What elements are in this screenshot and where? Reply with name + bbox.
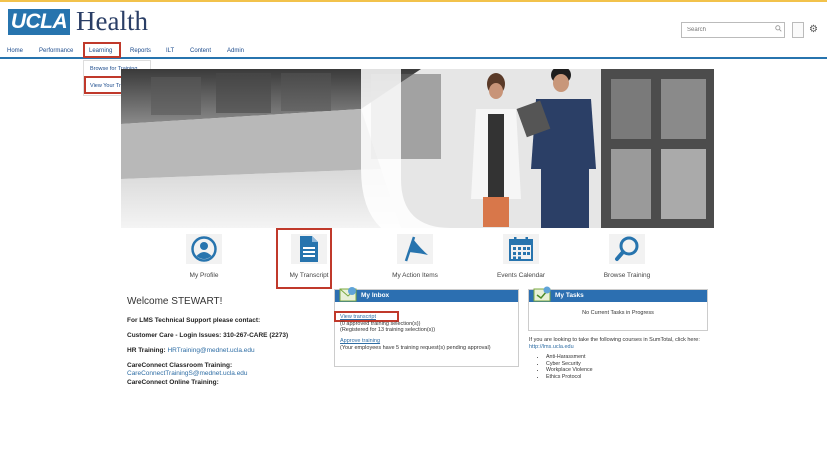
tile-label: Events Calendar — [496, 272, 546, 279]
no-tasks-text: No Current Tasks in Progress — [582, 310, 654, 316]
nav-reports[interactable]: Reports — [130, 47, 151, 55]
customer-care-text: Customer Care - Login Issues: 310-267-CA… — [127, 332, 289, 339]
search-icon[interactable] — [775, 25, 782, 32]
learning-highlight-box — [83, 42, 121, 58]
tile-label: My Profile — [189, 272, 219, 279]
flag-icon — [404, 236, 428, 262]
app-header: UCLA Health ⚙ — [0, 0, 827, 44]
tile-browse-training[interactable]: Browse Training — [597, 234, 657, 280]
tasks-title: My Tasks — [555, 292, 584, 299]
inbox-title: My Inbox — [361, 292, 390, 299]
hr-training-email-link[interactable]: HRTraining@mednet.ucla.edu — [167, 347, 254, 354]
courses-intro-text: If you are looking to take the following… — [529, 337, 700, 343]
search-input[interactable] — [681, 22, 785, 38]
tile-my-profile[interactable]: My Profile — [174, 234, 234, 280]
active-tab-indicator — [6, 57, 25, 59]
approve-training-link[interactable]: Approve training — [340, 338, 380, 345]
nav-admin[interactable]: Admin — [227, 47, 244, 55]
tasks-panel-header: My Tasks — [529, 286, 707, 302]
ucla-logo[interactable]: UCLA — [8, 9, 70, 35]
hr-training-label: HR Training: — [127, 347, 166, 354]
cc-classroom-label: CareConnect Classroom Training: — [127, 362, 233, 369]
gear-icon[interactable]: ⚙ — [809, 24, 818, 36]
registered-selection-text: (Registered for 13 training selection(s)… — [340, 327, 436, 333]
tile-label: My Action Items — [392, 272, 438, 279]
hero-image — [121, 69, 714, 228]
cc-email-link[interactable]: CareConnectTrainingS@mednet.ucla.edu — [127, 370, 248, 378]
inbox-panel-header: My Inbox — [335, 287, 518, 302]
list-item: Workplace Violence — [546, 367, 593, 374]
lms-link[interactable]: http://lms.ucla.edu — [529, 344, 574, 350]
nav-performance[interactable]: Performance — [39, 47, 73, 55]
course-list: Anti-Harassment Cyber Security Workplace… — [540, 354, 593, 380]
courses-intro: If you are looking to take the following… — [529, 337, 714, 351]
tasks-icon — [533, 286, 551, 302]
magnifier-icon — [615, 236, 639, 261]
inbox-icon — [339, 287, 357, 302]
tile-my-action-items[interactable]: My Action Items — [385, 234, 445, 280]
hr-training-line: HR Training: HRTraining@mednet.ucla.edu — [127, 347, 255, 355]
calendar-icon — [509, 237, 533, 261]
list-item: Ethics Protocol — [546, 374, 593, 381]
pending-approval-text: (Your employees have 5 training request(… — [340, 345, 491, 351]
cc-online-label: CareConnect Online Training: — [127, 379, 219, 386]
main-nav: Home Performance Learning Reports ILT Co… — [0, 44, 827, 59]
user-profile-icon — [191, 236, 217, 262]
support-contact-text: For LMS Technical Support please contact… — [127, 317, 261, 324]
tile-events-calendar[interactable]: Events Calendar — [491, 234, 551, 280]
health-logo-text[interactable]: Health — [76, 6, 148, 36]
nav-content[interactable]: Content — [190, 47, 211, 55]
tile-label: Browse Training — [603, 272, 651, 279]
welcome-title: Welcome STEWART! — [127, 296, 223, 307]
my-transcript-highlight-box — [276, 228, 332, 289]
header-action-button[interactable] — [792, 22, 804, 38]
nav-ilt[interactable]: ILT — [166, 47, 174, 55]
nav-home[interactable]: Home — [7, 47, 23, 55]
